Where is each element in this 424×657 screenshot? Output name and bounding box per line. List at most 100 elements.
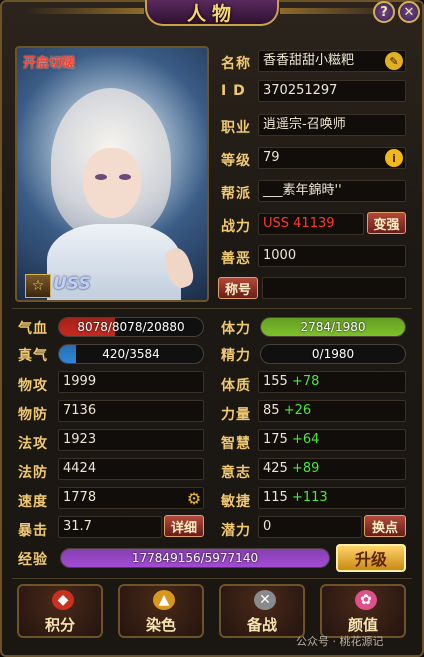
attr-label: 智慧 [221, 436, 251, 452]
rank-label: USS [53, 274, 91, 294]
attr-bonus: +64 [291, 432, 320, 447]
exp-label: 经验 [18, 552, 48, 568]
morality-label: 善恶 [221, 251, 251, 267]
attr-value: 155 +78 [258, 371, 406, 393]
stat-label: 法防 [18, 465, 48, 481]
attr-label: 敏捷 [221, 494, 251, 510]
appearance-button[interactable]: ✿ 颜值 [320, 584, 406, 638]
exchange-points-button[interactable]: 换点 [364, 515, 406, 537]
exp-bar-text: 177849156/5977140 [131, 551, 259, 565]
attr-base: 155 [263, 374, 288, 389]
name-label: 名称 [221, 56, 251, 72]
appearance-label: 颜值 [347, 616, 378, 634]
upgrade-button[interactable]: 升级 [336, 544, 406, 572]
divider [12, 578, 412, 579]
attr-base: 175 [263, 432, 288, 447]
open-duel-toggle[interactable]: 开启切磋 [23, 52, 75, 71]
points-button[interactable]: ◆ 积分 [17, 584, 103, 638]
attr-value: 0 [258, 516, 362, 538]
power-label: 战力 [221, 219, 251, 235]
dye-button[interactable]: ▲ 染色 [118, 584, 204, 638]
hp-bar: 8078/8078/20880 [58, 317, 204, 337]
attr-base: 425 [263, 461, 288, 476]
class-label: 职业 [221, 120, 251, 136]
attr-value: 115 +113 [258, 487, 406, 509]
attr-base: 85 [263, 403, 280, 418]
gear-icon[interactable]: ⚙ [185, 489, 203, 508]
watermark: 公众号 · 桃花源记 [296, 635, 384, 648]
attr-bonus: +113 [291, 490, 328, 505]
stat-value: 1778 [58, 487, 204, 509]
level-field: 79 [258, 147, 406, 169]
attr-base: 115 [263, 490, 288, 505]
name-field: 香香甜甜小糍粑 [258, 50, 406, 72]
stat-label: 物攻 [18, 378, 48, 394]
portrait-face [83, 148, 141, 218]
star-icon: ☆ [25, 274, 51, 298]
stat-value: 1999 [58, 371, 204, 393]
qi-bar-text: 420/3584 [102, 347, 160, 361]
guild-field: ___素年錦時'' [258, 180, 406, 202]
class-field: 逍遥宗-召唤师 [258, 114, 406, 136]
battle-prep-button[interactable]: ✕ 备战 [219, 584, 305, 638]
morality-field: 1000 [258, 245, 406, 267]
title-ornament-left [24, 8, 144, 14]
title-name-button[interactable]: 称号 [218, 277, 258, 299]
close-icon: ✕ [403, 4, 415, 20]
battle-prep-label: 备战 [246, 616, 277, 634]
attr-value: 425 +89 [258, 458, 406, 480]
stat-label: 速度 [18, 494, 48, 510]
dye-label: 染色 [145, 616, 176, 634]
attr-label: 力量 [221, 407, 251, 423]
stamina-label: 体力 [221, 321, 251, 337]
stat-value: 1923 [58, 429, 204, 451]
stat-value: 31.7 [58, 516, 162, 538]
attr-label: 意志 [221, 465, 251, 481]
help-button[interactable]: ? [373, 1, 395, 23]
title-name-field [262, 277, 406, 299]
level-label: 等级 [221, 153, 251, 169]
attr-value: 175 +64 [258, 429, 406, 451]
info-icon[interactable]: i [385, 149, 403, 167]
stamina-bar-text: 2784/1980 [300, 320, 366, 334]
help-icon: ? [380, 4, 388, 20]
title-plate: 人物 [145, 0, 279, 26]
power-field: USS 41139 [258, 213, 364, 235]
title-bar: 人物 ? ✕ [0, 0, 424, 30]
energy-label: 精力 [221, 348, 251, 364]
lotus-icon: ✿ [355, 590, 377, 610]
detail-button[interactable]: 详细 [164, 515, 204, 537]
divider [12, 308, 412, 309]
exp-bar: 177849156/5977140 [60, 548, 330, 568]
qi-bar: 420/3584 [58, 344, 204, 364]
attr-bonus: +89 [291, 461, 320, 476]
close-button[interactable]: ✕ [398, 1, 420, 23]
qi-label: 真气 [18, 348, 48, 364]
stat-label: 暴击 [18, 523, 48, 539]
stamina-bar: 2784/1980 [260, 317, 406, 337]
attr-label: 潜力 [221, 523, 251, 539]
stat-label: 物防 [18, 407, 48, 423]
energy-bar-text: 0/1980 [311, 347, 355, 361]
attr-label: 体质 [221, 378, 251, 394]
battle-prep-icon: ✕ [254, 590, 276, 610]
portrait-eye-right [119, 174, 131, 180]
stat-label: 法攻 [18, 436, 48, 452]
stat-value: 7136 [58, 400, 204, 422]
attr-base: 0 [263, 519, 272, 534]
dye-icon: ▲ [153, 590, 175, 610]
id-field: 370251297 [258, 80, 406, 102]
energy-bar: 0/1980 [260, 344, 406, 364]
guild-label: 帮派 [221, 186, 251, 202]
portrait-eye-left [95, 174, 107, 180]
stat-value: 4424 [58, 458, 204, 480]
attr-value: 85 +26 [258, 400, 406, 422]
hp-label: 气血 [18, 321, 48, 337]
id-label: I D [221, 83, 246, 99]
points-label: 积分 [44, 616, 75, 634]
edit-name-icon[interactable]: ✎ [385, 52, 403, 70]
strengthen-button[interactable]: 变强 [367, 212, 406, 234]
money-bag-icon: ◆ [52, 590, 74, 610]
attr-bonus: +78 [291, 374, 320, 389]
hp-bar-text: 8078/8078/20880 [77, 320, 185, 334]
